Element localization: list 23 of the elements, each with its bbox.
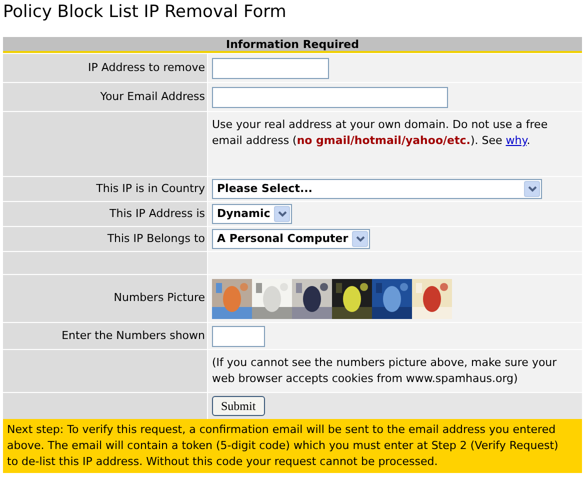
help-text: Use your real address at your own domain. Do not use a free email address (no gmail/hotmail/yahoo/etc.). See why. (212, 117, 549, 149)
next-step-notice: Next step: To verify this request, a confirmation email will be sent to the email address you entered above. The email will contain a token (5-digit code) which you must enter at Step 2 (Verify Request) to de-list this IP address. Without this code your request cannot be processed. (3, 419, 582, 473)
field-label: Your Email Address (100, 88, 205, 105)
table-header: Information Required (3, 37, 582, 53)
text-field[interactable] (212, 58, 329, 78)
text-field[interactable] (212, 86, 448, 108)
text-field[interactable] (212, 326, 265, 346)
field-label: Enter the Numbers shown (62, 328, 205, 344)
chevron-down-icon (274, 206, 290, 222)
dropdown[interactable]: Dynamic (212, 204, 292, 224)
field-label: This IP Belongs to (107, 230, 205, 247)
field-label: This IP Address is (110, 206, 205, 222)
help-text: (If you cannot see the numbers picture above, make sure your web browser accepts cookies from www.spamhaus.org) (212, 355, 558, 387)
field-label: IP Address to remove (88, 60, 205, 76)
dropdown[interactable]: A Personal Computer (212, 229, 370, 249)
field-label: This IP is in Country (96, 180, 205, 197)
chevron-down-icon (352, 231, 368, 247)
submit-button[interactable]: Submit (212, 396, 265, 416)
chevron-down-icon (524, 181, 540, 197)
why-link[interactable]: why (506, 134, 527, 147)
page-title: Policy Block List IP Removal Form (2, 1, 288, 23)
field-label: Numbers Picture (114, 290, 205, 306)
dropdown[interactable]: Please Select... (212, 179, 542, 199)
